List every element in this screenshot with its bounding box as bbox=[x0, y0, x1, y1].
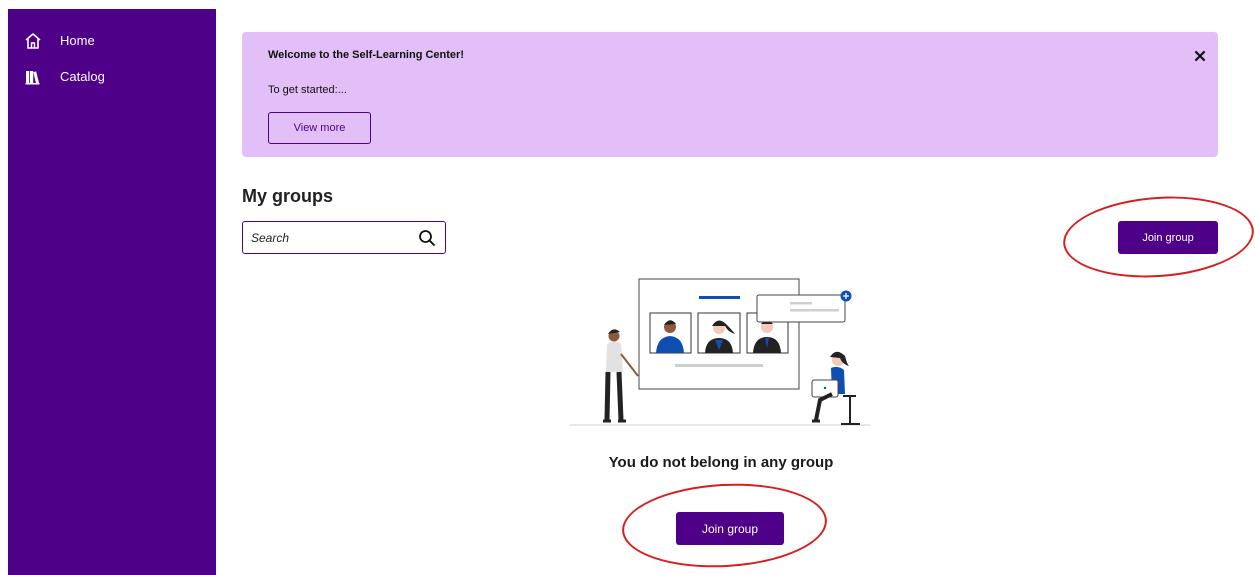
banner-text: To get started:... bbox=[268, 84, 347, 96]
empty-groups-illustration bbox=[570, 278, 870, 426]
search-box bbox=[242, 221, 446, 254]
home-icon bbox=[25, 33, 41, 49]
search-icon[interactable] bbox=[418, 229, 436, 247]
sidebar-item-label: Home bbox=[60, 33, 95, 48]
search-input[interactable] bbox=[251, 229, 401, 247]
join-group-empty-button[interactable]: Join group bbox=[676, 512, 784, 545]
sidebar-item-label: Catalog bbox=[60, 69, 105, 84]
sidebar-item-catalog[interactable]: Catalog bbox=[8, 65, 216, 89]
sidebar-item-home[interactable]: Home bbox=[8, 29, 216, 53]
sidebar: Home Catalog bbox=[8, 9, 216, 575]
welcome-banner: Welcome to the Self-Learning Center! To … bbox=[242, 32, 1218, 157]
banner-title: Welcome to the Self-Learning Center! bbox=[268, 49, 464, 61]
page-title: My groups bbox=[242, 186, 334, 206]
books-icon bbox=[25, 71, 40, 85]
view-more-button[interactable]: View more bbox=[268, 112, 371, 144]
close-icon[interactable] bbox=[1192, 48, 1208, 64]
join-group-button[interactable]: Join group bbox=[1118, 221, 1218, 254]
empty-state-message: You do not belong in any group bbox=[608, 454, 834, 471]
